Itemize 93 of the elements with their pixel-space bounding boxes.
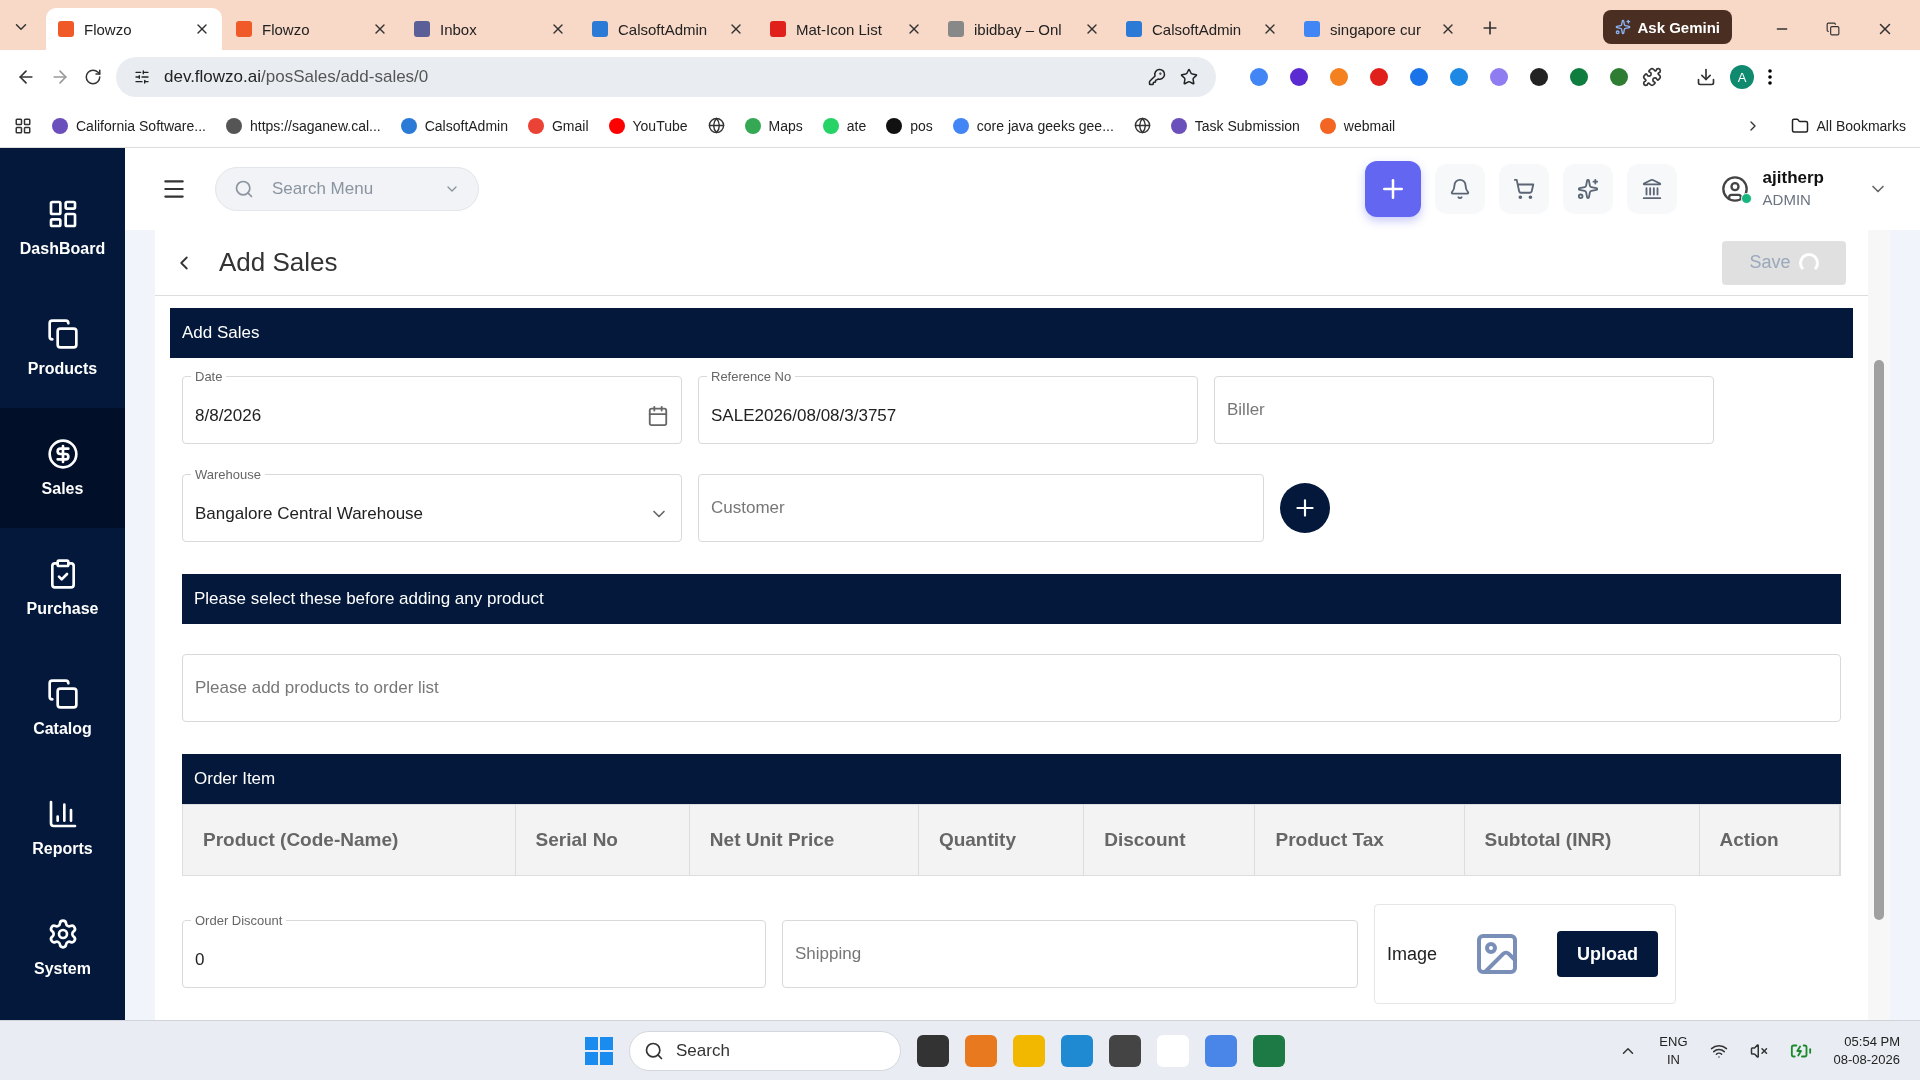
extension-icon[interactable] [1290, 68, 1308, 86]
column-header: Action [1699, 805, 1840, 875]
bookmark-link[interactable]: Gmail [527, 117, 589, 134]
bookmark-link[interactable]: YouTube [608, 117, 688, 134]
site-settings-icon[interactable] [134, 69, 150, 85]
extension-icon[interactable] [1530, 68, 1548, 86]
bank-icon [1640, 178, 1663, 200]
key-icon[interactable] [1148, 68, 1166, 86]
bookmark-link[interactable]: ate [822, 117, 867, 134]
cart-icon [1512, 178, 1535, 200]
bookmark-link[interactable]: California Software... [52, 117, 206, 134]
reload-icon[interactable] [84, 68, 102, 86]
column-header: Discount [1084, 805, 1256, 875]
all-bookmarks-link[interactable]: All Bookmarks [1790, 116, 1906, 135]
globe-icon[interactable] [707, 117, 725, 134]
sidebar-item[interactable]: Products [0, 288, 125, 408]
input-field[interactable]: Customer [698, 474, 1264, 542]
browser-tab[interactable]: Inbox [402, 8, 578, 50]
sparkle-icon [1615, 19, 1632, 35]
scrollbar-thumb[interactable] [1874, 360, 1884, 920]
bookmark-link[interactable]: https://saganew.cal... [225, 117, 381, 134]
sidebar-item[interactable]: Catalog [0, 648, 125, 768]
menu-item-icon [46, 438, 79, 470]
apps-grid-icon[interactable] [14, 116, 32, 135]
bank-button[interactable] [1626, 164, 1677, 214]
image-label: Image [1387, 943, 1438, 965]
bookmark-link[interactable]: webmail [1319, 117, 1396, 134]
language-label[interactable]: ENG [1659, 1032, 1688, 1051]
profile-avatar[interactable]: A [1730, 65, 1754, 89]
bookmark-star-icon[interactable] [1180, 68, 1198, 86]
user-name: ajitherp [1762, 167, 1824, 190]
gemini-button[interactable]: Ask Gemini [1603, 10, 1732, 44]
restore-icon[interactable] [1826, 22, 1840, 36]
section-header: Add Sales [170, 308, 1853, 358]
bell-icon [1448, 178, 1471, 200]
section-header: Order Item [182, 754, 1841, 804]
search-icon [644, 1040, 664, 1061]
column-header: Quantity [918, 805, 1085, 875]
globe-icon[interactable] [1133, 117, 1151, 134]
bookmark-link[interactable]: CalsoftAdmin [400, 117, 508, 134]
bookmark-link[interactable]: Task Submission [1170, 117, 1300, 134]
user-role: ADMIN [1762, 190, 1811, 211]
input-field[interactable]: Biller [1214, 376, 1714, 444]
browser-tab[interactable]: CalsoftAdmin [580, 8, 756, 50]
column-header: Product Tax [1255, 805, 1465, 875]
bookmark-link[interactable]: Maps [744, 117, 803, 134]
taskbar-app-icon[interactable] [1253, 1034, 1285, 1067]
extensions-puzzle-icon[interactable] [1642, 67, 1662, 87]
user-avatar-icon[interactable] [1720, 175, 1749, 203]
bookmark-link[interactable]: core java geeks gee... [952, 117, 1114, 134]
sparkle-icon [1576, 178, 1599, 200]
browser-tab[interactable]: singapore cur [1292, 8, 1468, 50]
windows-logo-icon[interactable] [585, 1036, 613, 1065]
sidebar-item[interactable]: System [0, 888, 125, 1008]
muted-speaker-icon[interactable] [1749, 1041, 1768, 1060]
sidebar-item[interactable]: Reports [0, 768, 125, 888]
browser-tab[interactable]: CalsoftAdmin [1114, 8, 1290, 50]
calendar-icon[interactable] [647, 405, 669, 427]
column-header: Net Unit Price [689, 805, 919, 875]
sparkle-button[interactable] [1562, 164, 1613, 214]
column-header: Subtotal (INR) [1464, 805, 1700, 875]
add-button[interactable] [1364, 161, 1421, 217]
page-title: Add Sales [219, 247, 338, 278]
browser-tab[interactable]: ibidbay – Onl [936, 8, 1112, 50]
notification-button[interactable] [1434, 164, 1485, 214]
address-bar[interactable]: dev.flowzo.ai/posSales/add-sales/0 [116, 57, 1216, 97]
input-field[interactable]: Shipping [782, 920, 1358, 988]
bookmark-link[interactable]: pos [886, 117, 933, 134]
region-label[interactable]: IN [1666, 1050, 1680, 1069]
add-customer-button[interactable] [1280, 483, 1330, 533]
search-icon [234, 179, 254, 199]
sidebar-item[interactable]: Sales [0, 408, 125, 528]
browser-tab[interactable]: Flowzo [224, 8, 400, 50]
taskbar-search-field[interactable]: Search [629, 1030, 901, 1071]
browser-tab[interactable]: Mat-Icon List [758, 8, 934, 50]
column-header: Serial No [515, 805, 690, 875]
sidebar-item[interactable]: Purchase [0, 528, 125, 648]
sidebar-item[interactable]: DashBoard [0, 168, 125, 288]
upload-button[interactable]: Upload [1557, 931, 1659, 977]
taskbar-app-icon[interactable] [917, 1034, 949, 1067]
more-menu-icon[interactable] [1768, 69, 1772, 85]
taskbar-app-icon[interactable] [1109, 1034, 1141, 1067]
column-header: Product (Code-Name) [183, 805, 516, 875]
folder-icon [1790, 116, 1809, 135]
download-icon[interactable] [1696, 67, 1716, 87]
cart-button[interactable] [1498, 164, 1549, 214]
clock-date[interactable]: 08-08-2026 [1833, 1050, 1900, 1069]
clock-time[interactable]: 05:54 PM [1844, 1032, 1900, 1051]
product-search-field[interactable]: Please add products to order list [182, 654, 1841, 722]
notice-banner: Please select these before adding any product [182, 574, 1841, 624]
browser-tab[interactable]: Flowzo [46, 8, 222, 50]
menu-item-icon [46, 318, 79, 350]
menu-item-icon [46, 678, 79, 710]
